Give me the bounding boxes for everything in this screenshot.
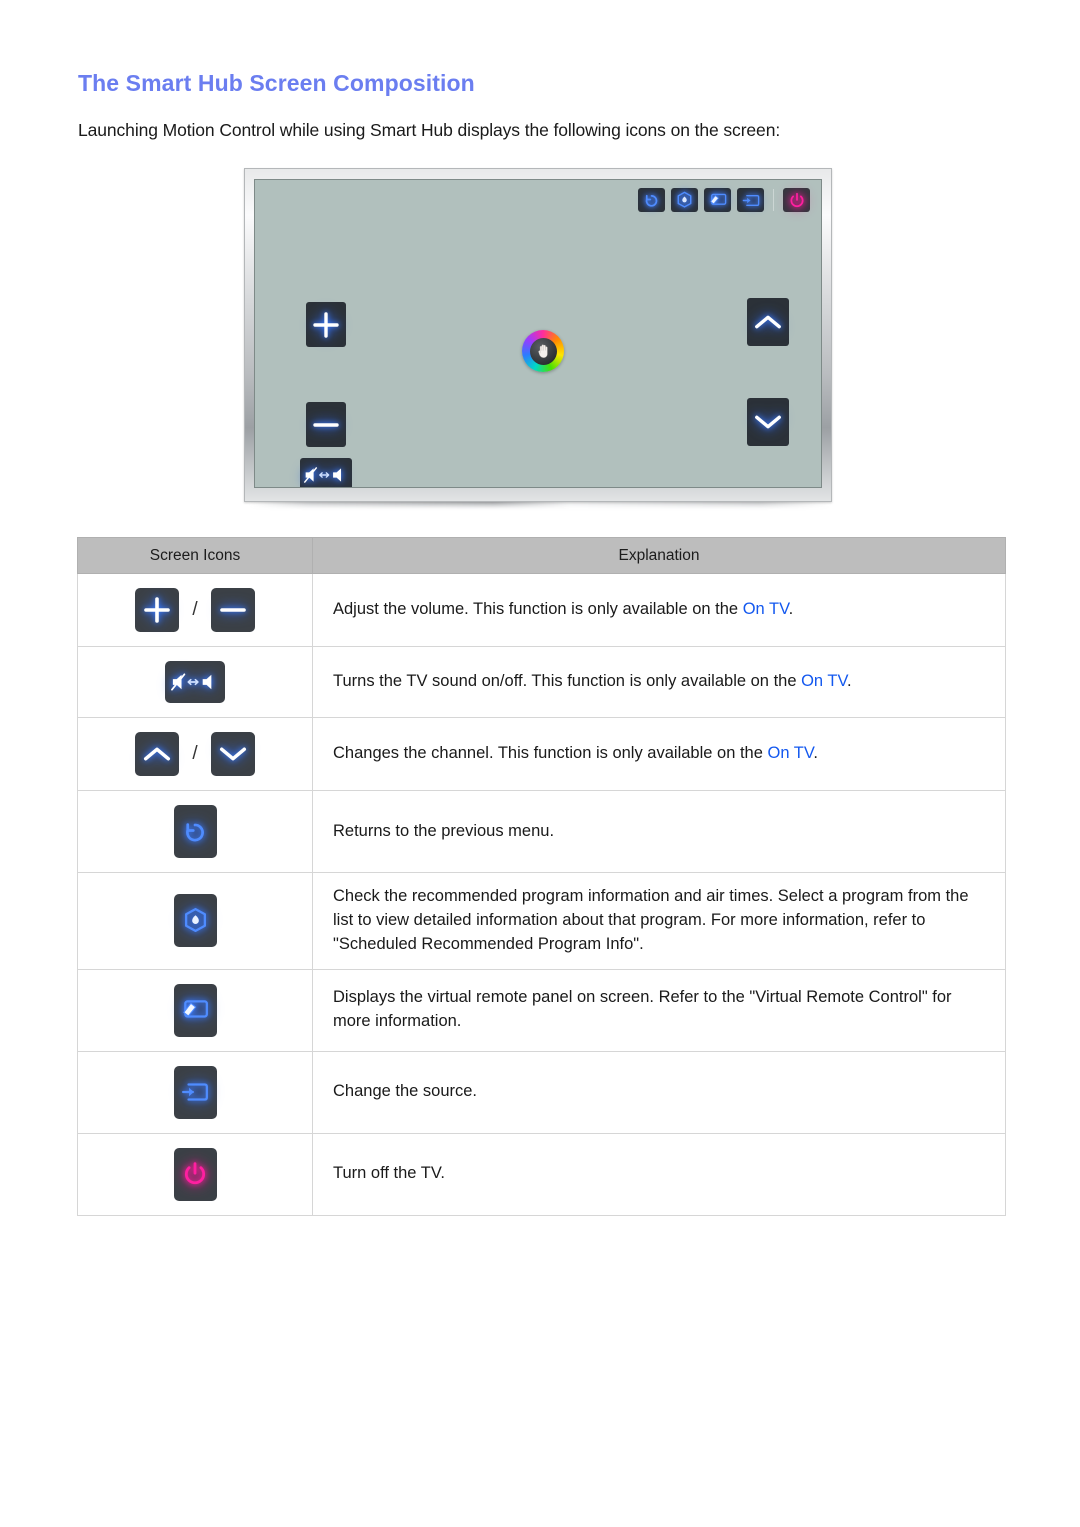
row-explanation: Returns to the previous menu. [312,790,1006,873]
virtual-remote-icon[interactable] [173,983,217,1037]
row-explanation: Adjust the volume. This function is only… [312,573,1006,647]
power-icon[interactable] [173,1147,217,1201]
table-row: / Adjust the volume. This function is on… [77,573,1006,647]
explanation-text: Adjust the volume. This function is only… [333,600,743,619]
row-icons-recommended [77,872,313,970]
channel-down-icon[interactable] [747,398,789,446]
power-icon[interactable] [783,188,810,212]
recommended-program-icon[interactable] [671,188,698,212]
volume-up-icon[interactable] [134,588,179,632]
hand-pointer-core [529,337,557,365]
table-row: Check the recommended program informatio… [77,872,1006,970]
explanation-text: Returns to the previous menu. [333,821,555,840]
tv-top-icon-row [638,188,810,212]
explanation-text: Check the recommended program informatio… [333,887,969,953]
screen-icons-table: Screen Icons Explanation / Adjust the vo… [77,537,1006,1216]
row-explanation: Turn off the TV. [312,1132,1006,1216]
explanation-text: Changes the channel. This function is on… [333,744,768,763]
explanation-text: Displays the virtual remote panel on scr… [333,988,952,1031]
table-row: Change the source. [77,1050,1006,1134]
row-explanation: Change the source. [312,1050,1006,1134]
source-icon[interactable] [173,1065,217,1119]
page-root: The Smart Hub Screen Composition Launchi… [0,0,1080,1527]
table-header-row: Screen Icons Explanation [77,537,1006,574]
channel-up-icon[interactable] [747,298,789,346]
row-explanation: Displays the virtual remote panel on scr… [312,968,1006,1052]
row-icons-mute [77,646,313,718]
mute-toggle-icon[interactable] [300,458,352,487]
on-tv-link[interactable]: On TV [743,600,789,618]
source-icon[interactable] [737,188,764,212]
explanation-text-tail: . [788,600,794,619]
volume-up-icon[interactable] [306,302,346,347]
table-row: Displays the virtual remote panel on scr… [77,968,1006,1052]
row-icons-volume: / [77,573,313,647]
virtual-remote-icon[interactable] [704,188,731,212]
tv-icon-divider [773,189,774,211]
column-header-explanation: Explanation [312,537,1006,574]
hand-pointer-icon[interactable] [522,330,564,372]
explanation-text: Turn off the TV. [333,1164,445,1183]
return-icon[interactable] [173,805,217,858]
row-icons-power [77,1132,313,1216]
explanation-text: Change the source. [333,1082,478,1101]
column-header-screen-icons: Screen Icons [77,537,313,574]
table-row: / Changes the channel. This function is … [77,717,1006,791]
row-explanation: Changes the channel. This function is on… [312,717,1006,791]
icon-separator: / [192,599,198,620]
channel-up-icon[interactable] [134,732,179,776]
intro-paragraph: Launching Motion Control while using Sma… [78,120,781,140]
mute-toggle-icon[interactable] [165,661,225,703]
row-icons-channel: / [77,717,313,791]
hand-glyph [537,344,547,358]
on-tv-link[interactable]: On TV [767,744,813,762]
tv-bezel [244,168,832,502]
table-row: Turn off the TV. [77,1132,1006,1216]
row-icons-return [77,790,313,873]
channel-down-icon[interactable] [211,732,256,776]
volume-down-icon[interactable] [211,588,256,632]
explanation-text-tail: . [846,672,852,691]
recommended-program-icon[interactable] [173,894,217,948]
tv-screen [254,179,822,488]
table-row: Turns the TV sound on/off. This function… [77,646,1006,718]
tv-illustration [244,168,832,513]
page-title: The Smart Hub Screen Composition [78,70,475,96]
explanation-text: Turns the TV sound on/off. This function… [333,672,802,691]
return-icon[interactable] [638,188,665,212]
volume-down-icon[interactable] [306,402,346,447]
icon-separator: / [192,743,198,764]
row-icons-source [77,1050,313,1134]
explanation-text-tail: . [813,744,818,763]
table-row: Returns to the previous menu. [77,790,1006,873]
row-explanation: Check the recommended program informatio… [312,872,1006,970]
row-explanation: Turns the TV sound on/off. This function… [312,646,1006,718]
row-icons-virtual-remote [77,968,313,1052]
on-tv-link[interactable]: On TV [801,672,847,690]
